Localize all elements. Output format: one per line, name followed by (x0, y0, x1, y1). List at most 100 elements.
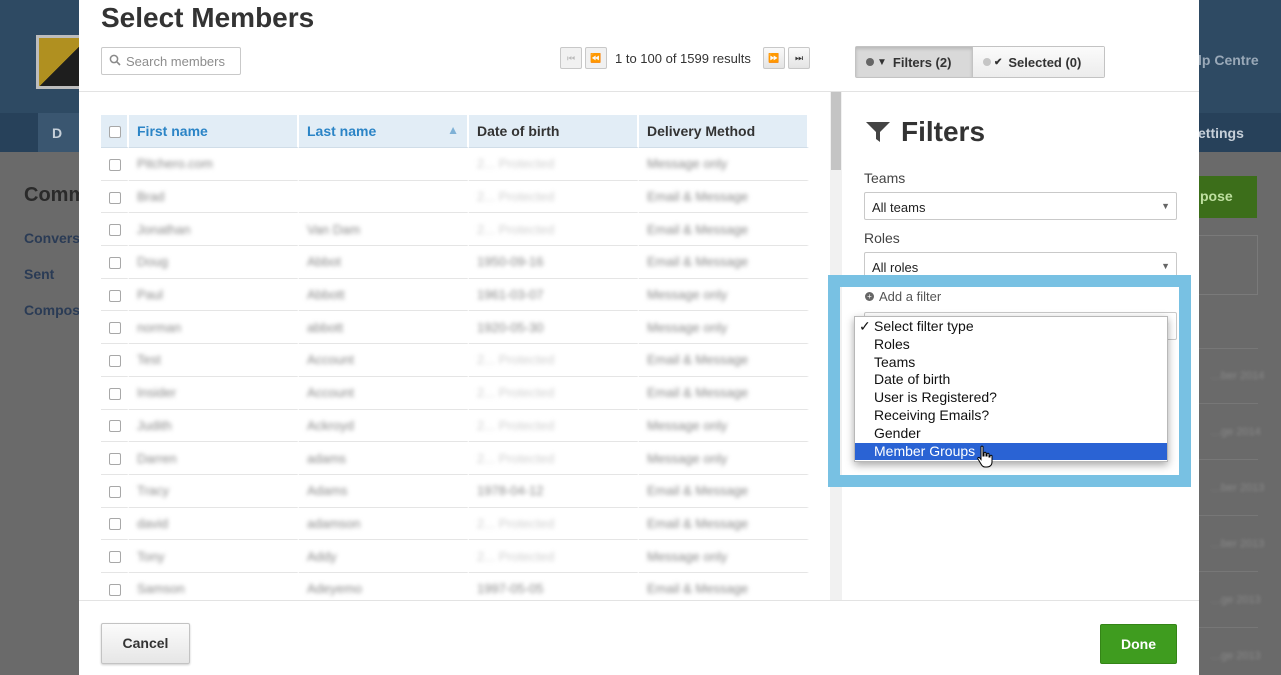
cell-last-name: Adams (299, 474, 469, 508)
roles-select-value: All roles (872, 260, 919, 275)
select-all-checkbox[interactable] (109, 126, 121, 139)
cell-text: 1950-09-16 (477, 254, 544, 270)
cell-delivery-method: Email & Message (639, 474, 809, 508)
row-checkbox[interactable] (109, 158, 121, 171)
roles-label: Roles (864, 230, 900, 246)
row-checkbox-cell (101, 278, 129, 312)
cell-text: Account (307, 385, 354, 401)
row-checkbox[interactable] (109, 224, 121, 237)
table-row[interactable]: Insider Account 2... Protected Email & Mess… (101, 376, 809, 410)
cell-text: Email & Message (647, 385, 749, 401)
cell-text: Message only (647, 450, 728, 466)
table-row[interactable]: Darren adams 2... Protected Message only (101, 442, 809, 475)
filter-option[interactable]: Teams (855, 354, 1167, 372)
search-box[interactable] (101, 47, 241, 75)
table-row[interactable]: Jonathan Van Dam 2... Protected Email & Mes… (101, 213, 809, 247)
cell-date-of-birth: 1961-03-07 (469, 278, 639, 312)
cell-first-name: Test (129, 344, 299, 377)
cell-date-of-birth: 2... Protected (469, 376, 639, 410)
tab-filters-label: Filters (2) (892, 54, 952, 70)
row-checkbox[interactable] (109, 322, 121, 335)
members-table-container[interactable]: First name Last name ▲ Date of birth Deli… (101, 115, 809, 600)
filter-option[interactable]: ✓ Select filter type (855, 318, 1167, 336)
row-checkbox-cell (101, 474, 129, 508)
cell-date-of-birth: 1920-05-30 (469, 311, 639, 345)
table-row[interactable]: Brad 2... Protected Email & Message (101, 180, 809, 214)
row-checkbox[interactable] (109, 453, 121, 466)
search-input[interactable] (126, 51, 238, 71)
filter-option[interactable]: Date of birth (855, 371, 1167, 389)
cell-delivery-method: Message only (639, 442, 809, 475)
cell-first-name: Judith (129, 409, 299, 443)
table-row[interactable]: david adamson 2... Protected Email & Messag… (101, 507, 809, 541)
table-row[interactable]: norman abbott 1920-05-30 Message only (101, 311, 809, 345)
cell-delivery-method: Message only (639, 278, 809, 312)
cell-text: 2... Protected (477, 515, 555, 531)
cell-last-name: Adeyemo (299, 572, 469, 600)
cell-first-name: Samson (129, 572, 299, 600)
teams-select[interactable]: All teams ▼ (864, 192, 1177, 220)
row-checkbox[interactable] (109, 518, 121, 531)
row-checkbox[interactable] (109, 583, 121, 596)
tab-selected[interactable]: ✔ Selected (0) (972, 47, 1104, 77)
row-checkbox-cell (101, 507, 129, 541)
sidebar-item-sent: Sent (24, 266, 55, 282)
table-row[interactable]: Test Account 2... Protected Email & Message (101, 344, 809, 377)
table-row[interactable]: Judith Ackroyd 2... Protected Message only (101, 409, 809, 443)
cancel-button[interactable]: Cancel (101, 623, 190, 664)
last-page-button[interactable]: ⏭ (788, 47, 810, 69)
table-row[interactable]: Samson Adeyemo 1997-05-05 Email & Message (101, 572, 809, 600)
filter-option[interactable]: Roles (855, 336, 1167, 354)
cell-text: adamson (307, 515, 361, 531)
table-row[interactable]: Doug Abbot 1950-09-16 Email & Message (101, 246, 809, 279)
done-button[interactable]: Done (1100, 624, 1177, 664)
table-row[interactable]: Tony Addy 2... Protected Message only (101, 540, 809, 573)
filter-option[interactable]: Member Groups (855, 442, 1167, 461)
column-last-name[interactable]: Last name ▲ (299, 115, 469, 148)
first-page-button[interactable]: ⏮ (560, 47, 582, 69)
filter-option[interactable]: Receiving Emails? (855, 407, 1167, 425)
fast-forward-icon: ⏩ (768, 53, 780, 63)
dropdown-arrow-icon: ▼ (1161, 261, 1170, 271)
tab-filters[interactable]: ▼ Filters (2) (856, 47, 972, 77)
column-first-name[interactable]: First name (129, 115, 299, 148)
row-checkbox[interactable] (109, 551, 121, 564)
filter-option-label: Receiving Emails? (874, 406, 990, 423)
filter-option-label: Select filter type (874, 318, 974, 334)
row-divider (1198, 459, 1258, 460)
members-table: First name Last name ▲ Date of birth Deli… (101, 115, 809, 600)
cell-date-of-birth: 2... Protected (469, 213, 639, 247)
column-date-of-birth[interactable]: Date of birth (469, 115, 639, 148)
row-checkbox[interactable] (109, 387, 121, 400)
cell-first-name: Jonathan (129, 213, 299, 247)
row-checkbox[interactable] (109, 289, 121, 302)
cell-text: Darren (137, 450, 177, 466)
row-checkbox[interactable] (109, 420, 121, 433)
table-row[interactable]: Paul Abbott 1961-03-07 Message only (101, 278, 809, 312)
row-checkbox[interactable] (109, 256, 121, 269)
cell-text: david (137, 515, 169, 531)
cell-text: abbott (307, 319, 344, 335)
row-checkbox[interactable] (109, 355, 121, 368)
cell-last-name: Ackroyd (299, 409, 469, 443)
filter-option[interactable]: Gender (855, 425, 1167, 443)
column-label: Delivery Method (647, 123, 756, 139)
cell-text: Doug (137, 254, 169, 270)
column-delivery-method[interactable]: Delivery Method (639, 115, 809, 148)
row-checkbox[interactable] (109, 485, 121, 498)
table-row[interactable]: Tracy Adams 1978-04-12 Email & Message (101, 474, 809, 508)
filter-option[interactable]: User is Registered? (855, 389, 1167, 407)
scrollbar-thumb[interactable] (831, 92, 841, 170)
cell-date-of-birth: 2... Protected (469, 409, 639, 443)
check-circle-icon: ✔ (994, 56, 1003, 68)
prev-page-button[interactable]: ⏪ (585, 47, 607, 69)
filter-tabs: ▼ Filters (2) ✔ Selected (0) (855, 46, 1105, 78)
select-all-header (101, 115, 129, 148)
row-checkbox[interactable] (109, 191, 121, 204)
next-page-button[interactable]: ⏩ (763, 47, 785, 69)
cell-delivery-method: Email & Message (639, 507, 809, 541)
filter-option-label: Gender (874, 424, 921, 441)
cell-last-name: abbott (299, 311, 469, 345)
table-row[interactable]: Pitchero.com 2... Protected Message only (101, 148, 809, 181)
cell-text: Adeyemo (307, 581, 362, 597)
